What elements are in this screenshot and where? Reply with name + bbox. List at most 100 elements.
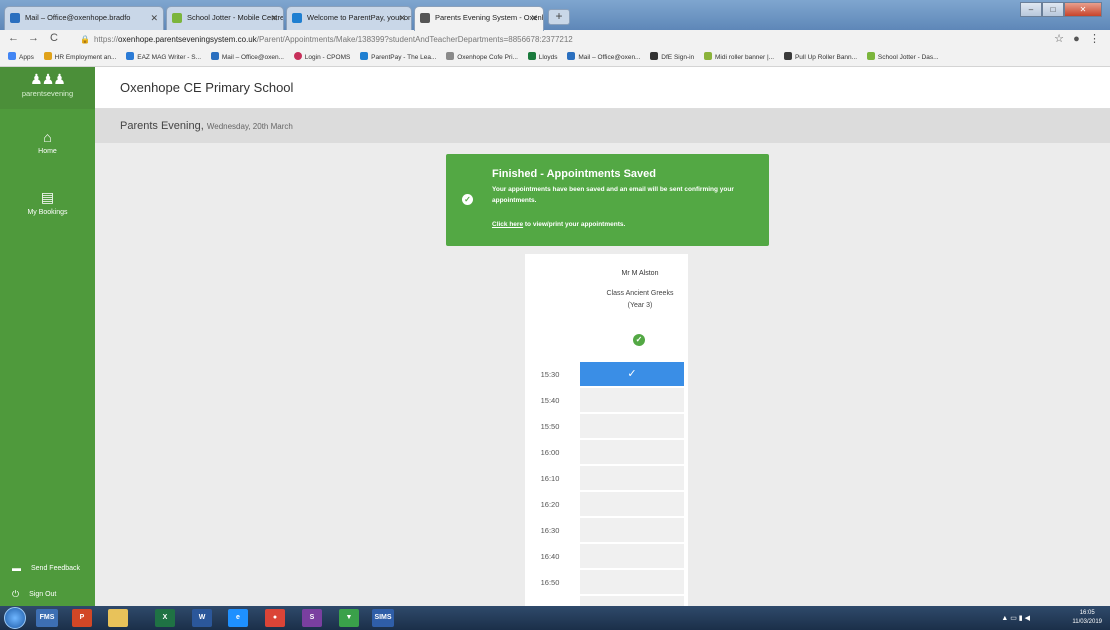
bookmark-pull-up-banner[interactable]: Pull Up Roller Bann... <box>783 50 857 66</box>
taskbar-app-5[interactable]: e <box>228 609 248 627</box>
time-slot[interactable] <box>580 492 684 516</box>
menu-icon[interactable]: ⋮ <box>1089 33 1100 45</box>
eaz-favicon-icon <box>126 52 135 60</box>
time-slot[interactable] <box>580 518 684 542</box>
reload-icon[interactable]: C <box>50 32 58 44</box>
teacher-name: Mr M Alston <box>621 270 659 277</box>
tab-close-icon[interactable]: ✕ <box>270 7 278 29</box>
bookmark-mail-2[interactable]: Mail – Office@oxen... <box>567 50 640 66</box>
tab-close-icon[interactable]: ✕ <box>398 7 406 29</box>
bookmark-hr-employment[interactable]: HR Employment an... <box>43 50 117 66</box>
lloyds-favicon-icon <box>527 52 536 60</box>
parentsevening-logo[interactable]: ♟♟♟ parentsevening <box>0 67 95 109</box>
close-window-button[interactable]: ✕ <box>1064 2 1102 17</box>
bookmark-label: Midi roller banner |... <box>714 54 775 61</box>
alert-print-row: Click here to view/print your appointmen… <box>492 221 625 228</box>
browser-tab-strip: Mail – Office@oxenhope.bradfo ✕ School J… <box>0 0 1110 31</box>
bookmark-label: Oxenhope Cofe Pri... <box>457 54 518 61</box>
alert-message: Your appointments have been saved and an… <box>492 186 734 204</box>
bookmark-school-jotter[interactable]: School Jotter - Das... <box>866 50 939 66</box>
people-logo-icon: ♟♟♟ <box>30 71 66 87</box>
taskbar-app-0[interactable]: FMS <box>36 609 58 627</box>
profile-icon[interactable]: ● <box>1073 33 1080 45</box>
send-feedback-link[interactable]: ▬ Send Feedback <box>12 563 80 573</box>
bookmark-label: School Jotter - Das... <box>877 54 939 61</box>
bookmark-label: EAZ MAG Writer - S... <box>137 54 202 61</box>
taskbar-app-7[interactable]: S <box>302 609 322 627</box>
bookmark-star-icon[interactable]: ☆ <box>1054 33 1064 45</box>
system-tray-icons[interactable]: ▲ ▭ ▮ ◀ <box>1001 614 1030 622</box>
bookmarks-bar: Apps HR Employment an... EAZ MAG Writer … <box>0 50 1110 67</box>
taskbar-app-9[interactable]: SIMS <box>372 609 394 627</box>
bookmark-lloyds[interactable]: Lloyds <box>527 50 558 66</box>
taskbar-app-3[interactable]: X <box>155 609 175 627</box>
mail-favicon-icon <box>567 52 576 60</box>
tab-label: Mail – Office@oxenhope.bradfo <box>25 13 131 22</box>
sidebar-item-my-bookings[interactable]: ▤ My Bookings <box>0 189 95 216</box>
browser-tab-parents-evening[interactable]: Parents Evening System - Oxenh ✕ <box>414 6 544 31</box>
sidebar-item-home[interactable]: ⌂ Home <box>0 129 95 155</box>
time-slot[interactable] <box>580 414 684 438</box>
banner-favicon-icon <box>783 52 792 60</box>
browser-tab-parentpay[interactable]: Welcome to ParentPay, your onl ✕ <box>286 6 412 30</box>
school-favicon-icon <box>446 52 455 60</box>
url-host: oxenhope.parentseveningsystem.co.uk <box>117 35 257 44</box>
clock[interactable]: 16:05 11/03/2019 <box>1072 609 1102 627</box>
time-slot[interactable] <box>580 466 684 490</box>
forward-icon[interactable]: → <box>28 32 39 44</box>
bookmark-parentpay[interactable]: ParentPay - The Lea... <box>360 50 436 66</box>
time-slot[interactable] <box>580 440 684 464</box>
sign-out-link[interactable]: ⏻ Sign Out <box>12 589 56 600</box>
bookmark-label: ParentPay - The Lea... <box>371 54 437 61</box>
banner-favicon-icon <box>703 52 712 60</box>
time-slot[interactable] <box>580 388 684 412</box>
taskbar-app-6[interactable]: ● <box>265 609 285 627</box>
bookmark-label: HR Employment an... <box>54 54 117 61</box>
app-viewport: ♟♟♟ parentsevening ⌂ Home ▤ My Bookings … <box>0 67 1110 613</box>
bookmark-mail[interactable]: Mail – Office@oxen... <box>210 50 284 66</box>
minimize-button[interactable]: ‒ <box>1020 2 1042 17</box>
address-bar-actions: ☆ ● ⋮ <box>1054 32 1100 45</box>
taskbar-app-2[interactable] <box>108 609 128 627</box>
clock-time: 16:05 <box>1079 610 1095 616</box>
bookmark-label: Mail – Office@oxen... <box>578 54 641 61</box>
url-path: /Parent/Appointments/Make/138399?student… <box>256 35 573 44</box>
sidebar-item-label: Send Feedback <box>31 564 81 572</box>
tab-close-icon[interactable]: ✕ <box>530 7 538 29</box>
taskbar-app-8[interactable]: ▼ <box>339 609 359 627</box>
taskbar-app-4[interactable]: W <box>192 609 212 627</box>
maximize-button[interactable]: □ <box>1042 2 1064 17</box>
bookmark-label: DfE Sign-in <box>661 54 695 61</box>
browser-tab-mail[interactable]: Mail – Office@oxenhope.bradfo ✕ <box>4 6 164 30</box>
success-alert: ✓ Finished - Appointments Saved Your app… <box>446 154 769 246</box>
slot-time-label: 16:40 <box>540 552 560 561</box>
back-icon[interactable]: ← <box>8 32 19 44</box>
view-print-link[interactable]: Click here <box>492 221 523 228</box>
mail-favicon-icon <box>210 52 219 60</box>
bookmark-cpoms[interactable]: Login - CPOMS <box>293 50 350 66</box>
new-tab-button[interactable]: + <box>548 9 570 25</box>
taskbar-app-1[interactable]: P <box>72 609 92 627</box>
start-button[interactable] <box>4 607 26 629</box>
time-slot[interactable] <box>580 570 684 594</box>
tab-close-icon[interactable]: ✕ <box>150 7 158 29</box>
time-slot[interactable] <box>580 544 684 568</box>
feedback-icon: ▬ <box>12 563 21 573</box>
logo-text: parentsevening <box>21 89 74 98</box>
booked-check-icon: ✓ <box>633 334 645 346</box>
slot-time-label: 15:40 <box>540 396 560 405</box>
bookmark-eaz-mag[interactable]: EAZ MAG Writer - S... <box>126 50 201 66</box>
event-date: Wednesday, 20th March <box>206 122 293 131</box>
bookmark-dfe[interactable]: DfE Sign-in <box>650 50 694 66</box>
booked-slot[interactable]: ✓ <box>580 362 684 386</box>
browser-tab-school-jotter[interactable]: School Jotter - Mobile Centre ✕ <box>166 6 284 30</box>
parentpay-favicon-icon <box>360 52 369 60</box>
url-input[interactable]: 🔒 https://oxenhope.parentseveningsystem.c… <box>80 32 1040 48</box>
bookmark-midi-banner[interactable]: Midi roller banner |... <box>703 50 775 66</box>
dfe-favicon-icon <box>650 52 659 60</box>
bookmark-apps[interactable]: Apps <box>8 50 34 66</box>
parents-evening-favicon-icon <box>420 13 430 23</box>
parentpay-favicon-icon <box>292 13 302 23</box>
bookmark-oxenhope[interactable]: Oxenhope Cofe Pri... <box>446 50 518 66</box>
alert-title: Finished - Appointments Saved <box>492 168 656 180</box>
